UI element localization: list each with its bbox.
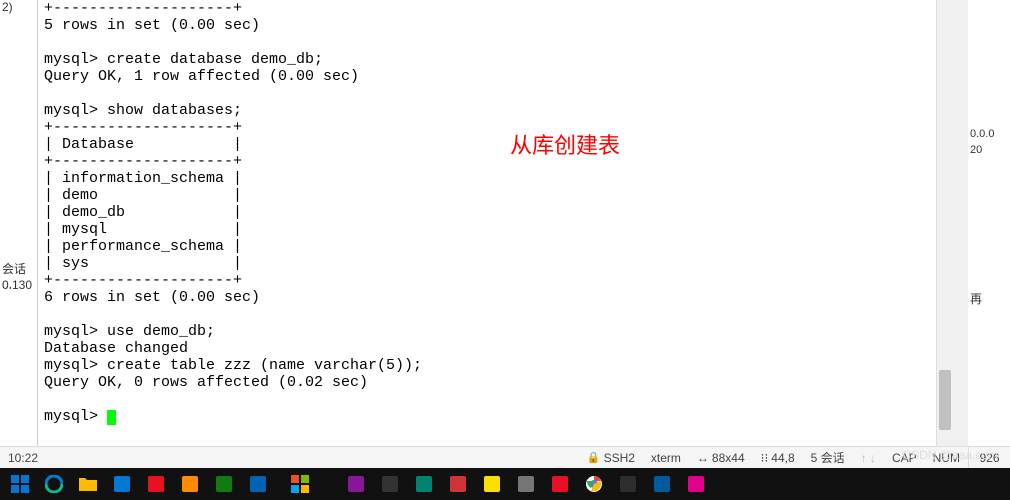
lock-icon: 🔒 <box>587 451 601 464</box>
left-frag-ip: 0.130 <box>2 278 32 292</box>
taskbar-app-pink-icon[interactable] <box>680 470 712 498</box>
taskbar-chrome-icon[interactable] <box>578 470 610 498</box>
status-session: 5 会话 <box>803 449 853 466</box>
status-ssh: 🔒SSH2 <box>579 451 643 465</box>
right-frag-1: 0.0.0 <box>970 128 994 140</box>
taskbar-app-blue-icon[interactable] <box>242 470 274 498</box>
status-bar: 10:22 🔒SSH2 xterm ↔ 88x44 ⁝⁝ 44,8 5 会话 ↑… <box>0 446 968 468</box>
taskbar-terminal-icon[interactable] <box>374 470 406 498</box>
taskbar-app-blue2-icon[interactable] <box>646 470 678 498</box>
taskbar-app-orange-icon[interactable] <box>174 470 206 498</box>
right-frag-2: 20 <box>970 144 982 156</box>
windows-taskbar[interactable] <box>0 468 1010 500</box>
taskbar-app-red2-icon[interactable] <box>442 470 474 498</box>
taskbar-app-red-icon[interactable] <box>140 470 172 498</box>
status-pos: ⁝⁝ 44,8 <box>753 451 803 465</box>
taskbar-app-green-icon[interactable] <box>208 470 240 498</box>
terminal-scrollbar[interactable] <box>936 0 952 450</box>
scrollbar-thumb[interactable] <box>939 370 951 430</box>
taskbar-edge-icon[interactable] <box>38 470 70 498</box>
red-annotation: 从库创建表 <box>510 128 620 160</box>
taskbar-app-purple-icon[interactable] <box>340 470 372 498</box>
taskbar-windows-icon[interactable] <box>4 470 36 498</box>
terminal-output[interactable]: +--------------------+ 5 rows in set (0.… <box>38 0 948 450</box>
taskbar-app-multi-icon[interactable] <box>284 470 316 498</box>
taskbar-app-teal-icon[interactable] <box>408 470 440 498</box>
taskbar-vscode-icon[interactable] <box>106 470 138 498</box>
status-term: xterm <box>643 451 689 465</box>
right-fragment-panel: 0.0.0 20 再 <box>968 0 1010 450</box>
left-fragment-panel: 2) 会话 ... 0.130 <box>0 0 38 450</box>
taskbar-app-red3-icon[interactable] <box>544 470 576 498</box>
position-icon: ⁝⁝ <box>761 451 769 465</box>
cursor <box>107 410 116 425</box>
taskbar-app-dark-icon[interactable] <box>612 470 644 498</box>
right-frag-3: 再 <box>970 290 982 307</box>
status-arrows[interactable]: ↑ ↓ <box>853 451 884 465</box>
taskbar-app-yellow-icon[interactable] <box>476 470 508 498</box>
taskbar-folder-icon[interactable] <box>72 470 104 498</box>
status-size: ↔ 88x44 <box>689 451 753 465</box>
status-time: 10:22 <box>0 451 46 465</box>
left-frag-1: 2) <box>2 0 13 14</box>
watermark: CSDN @aaa.com <box>902 448 998 462</box>
taskbar-app-grey-icon[interactable] <box>510 470 542 498</box>
resize-icon: ↔ <box>697 451 709 465</box>
